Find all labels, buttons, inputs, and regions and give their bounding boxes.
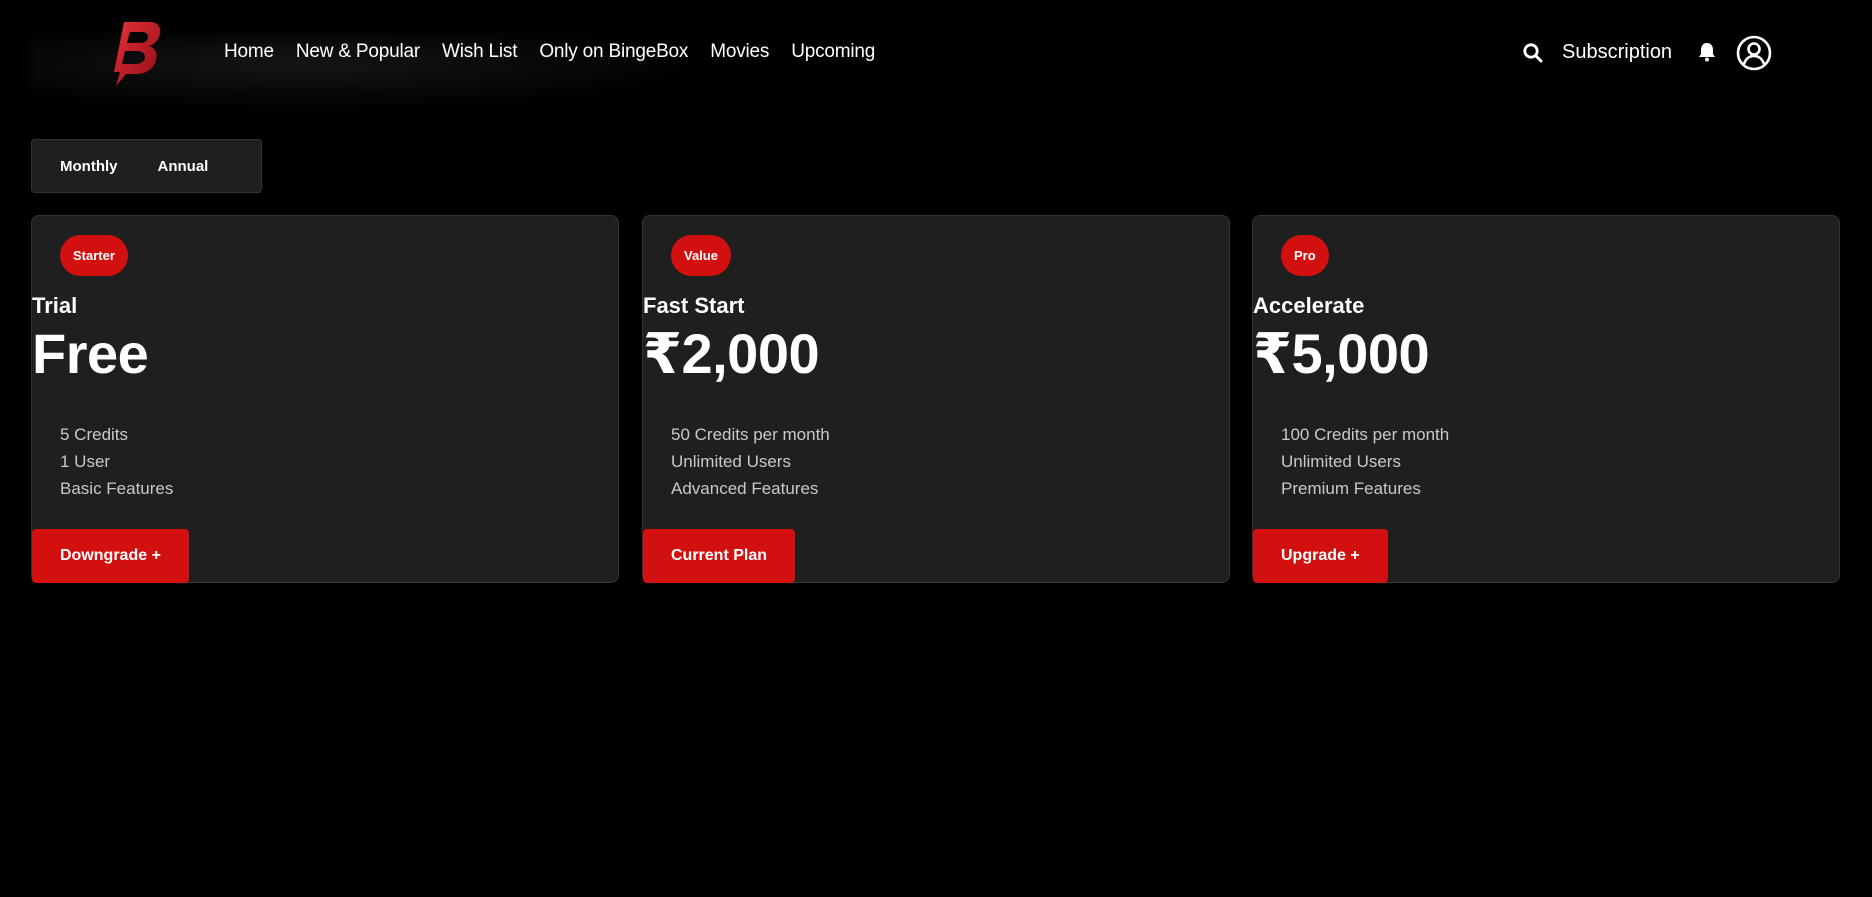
- plan-feature: 1 User: [60, 452, 111, 471]
- toggle-monthly[interactable]: Monthly: [60, 158, 118, 175]
- plan-feature: Basic Features: [60, 479, 174, 498]
- plan-card-fast-start: Value Fast Start ₹2,000 50 Credits per m…: [642, 215, 1230, 583]
- bingebox-logo-icon[interactable]: [110, 20, 162, 86]
- nav-item-wish-list[interactable]: Wish List: [442, 41, 517, 63]
- billing-period-toggle: Monthly Annual: [31, 139, 262, 193]
- plan-badge: Starter: [60, 235, 128, 276]
- plan-feature: 100 Credits per month: [1281, 425, 1450, 444]
- upgrade-button[interactable]: Upgrade +: [1253, 529, 1388, 583]
- nav-item-upcoming[interactable]: Upcoming: [791, 41, 875, 63]
- current-plan-button[interactable]: Current Plan: [643, 529, 796, 583]
- main-nav: Home New & Popular Wish List Only on Bin…: [224, 40, 875, 64]
- plan-name: Trial: [32, 293, 78, 318]
- search-icon[interactable]: [1522, 42, 1544, 64]
- nav-item-only-on-bingebox[interactable]: Only on BingeBox: [539, 41, 688, 63]
- toggle-annual[interactable]: Annual: [158, 158, 209, 175]
- plan-price: ₹5,000: [1253, 322, 1430, 385]
- plan-feature: 50 Credits per month: [671, 425, 830, 444]
- plan-list: Starter Trial Free 5 Credits 1 User Basi…: [31, 215, 1841, 583]
- plan-name: Fast Start: [643, 293, 745, 318]
- plan-features: 50 Credits per month Unlimited Users Adv…: [671, 421, 830, 502]
- plan-name: Accelerate: [1253, 293, 1365, 318]
- plan-feature: Advanced Features: [671, 479, 819, 498]
- bell-icon[interactable]: [1696, 41, 1718, 63]
- plan-price: Free: [32, 322, 149, 385]
- plan-feature: Premium Features: [1281, 479, 1421, 498]
- plan-card-accelerate: Pro Accelerate ₹5,000 100 Credits per mo…: [1252, 215, 1840, 583]
- plan-badge: Value: [671, 235, 731, 276]
- nav-item-home[interactable]: Home: [224, 41, 274, 63]
- plan-features: 100 Credits per month Unlimited Users Pr…: [1281, 421, 1449, 502]
- plan-feature: Unlimited Users: [1281, 452, 1401, 471]
- plan-price: ₹2,000: [643, 322, 820, 385]
- top-navbar: Home New & Popular Wish List Only on Bin…: [0, 0, 1872, 110]
- user-circle-icon[interactable]: [1736, 35, 1772, 71]
- plan-card-trial: Starter Trial Free 5 Credits 1 User Basi…: [31, 215, 619, 583]
- downgrade-button[interactable]: Downgrade +: [32, 529, 189, 583]
- nav-item-new-popular[interactable]: New & Popular: [296, 41, 420, 63]
- plan-feature: Unlimited Users: [671, 452, 791, 471]
- nav-item-movies[interactable]: Movies: [710, 41, 769, 63]
- plan-features: 5 Credits 1 User Basic Features: [60, 421, 173, 502]
- plan-feature: 5 Credits: [60, 425, 129, 444]
- header-actions: Subscription: [1472, 30, 1872, 76]
- plan-badge: Pro: [1281, 235, 1329, 276]
- subscription-link[interactable]: Subscription: [1562, 41, 1672, 64]
